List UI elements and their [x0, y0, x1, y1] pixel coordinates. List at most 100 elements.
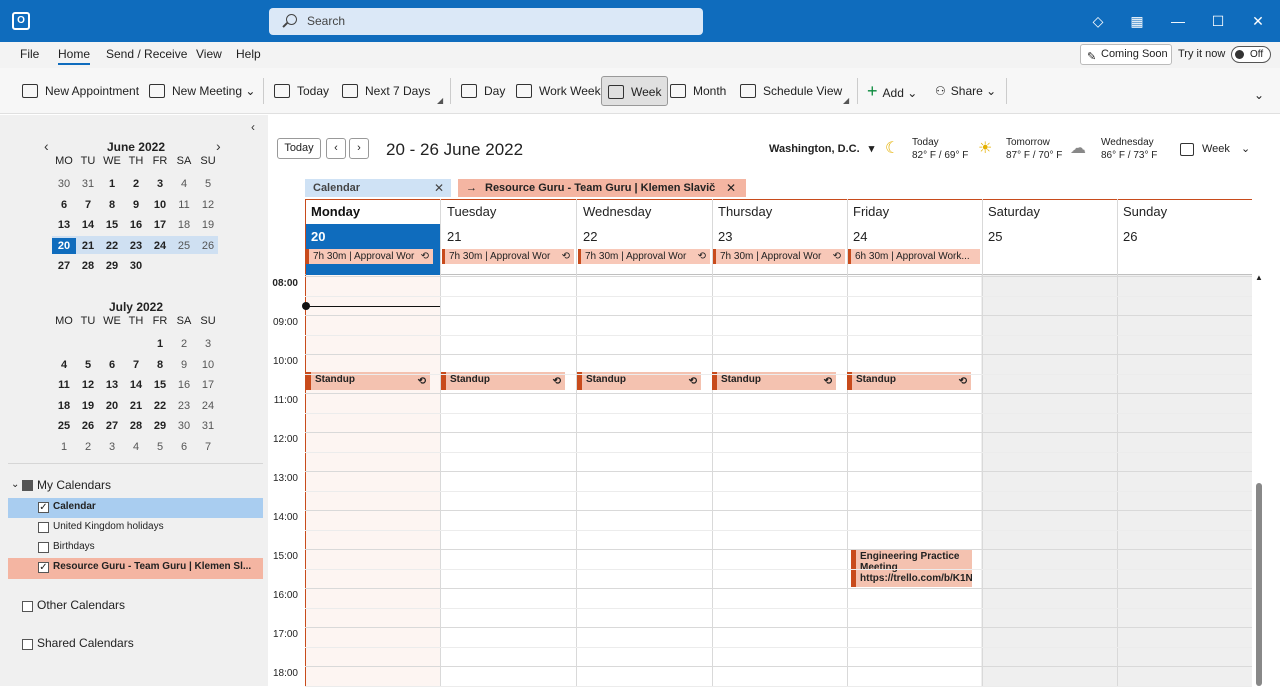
- mini-calendar-day[interactable]: 20: [100, 398, 124, 414]
- collapse-pane-icon[interactable]: ‹: [251, 120, 255, 134]
- mini-calendar-day[interactable]: 11: [52, 377, 76, 393]
- next-month-icon[interactable]: ›: [216, 138, 221, 154]
- mini-calendar-day[interactable]: 17: [196, 377, 220, 393]
- mini-calendar-day[interactable]: 21: [76, 238, 100, 254]
- mini-calendar-day[interactable]: 7: [124, 357, 148, 373]
- uk-holidays-checkbox[interactable]: [38, 522, 49, 533]
- mini-calendar-day[interactable]: 21: [124, 398, 148, 414]
- close-window-button[interactable]: ✕: [1238, 0, 1278, 42]
- mini-calendar-day[interactable]: 19: [196, 217, 220, 233]
- apps-grid-icon[interactable]: ▦: [1117, 0, 1157, 42]
- try-it-now-toggle[interactable]: Off: [1231, 46, 1271, 63]
- mini-calendar-day[interactable]: 9: [172, 357, 196, 373]
- mini-calendar-day[interactable]: 31: [196, 418, 220, 434]
- day-view-button[interactable]: Day: [461, 76, 505, 106]
- mini-calendar-day[interactable]: 1: [100, 176, 124, 192]
- calendar-item-birthdays[interactable]: Birthdays: [8, 538, 263, 558]
- mini-calendar-day[interactable]: 29: [100, 258, 124, 274]
- mini-calendar-day[interactable]: 16: [172, 377, 196, 393]
- mini-calendar-day[interactable]: 8: [148, 357, 172, 373]
- mini-calendar-day[interactable]: 29: [148, 418, 172, 434]
- mini-calendar-day[interactable]: 25: [52, 418, 76, 434]
- my-calendars-checkbox[interactable]: [22, 480, 33, 491]
- mini-calendar-day[interactable]: 5: [76, 357, 100, 373]
- weather-location[interactable]: Washington, D.C. ▾: [769, 142, 874, 155]
- new-appointment-button[interactable]: New Appointment: [22, 76, 139, 106]
- mini-calendar-day[interactable]: 24: [148, 238, 172, 254]
- mini-calendar-day[interactable]: 25: [172, 238, 196, 254]
- weather-today[interactable]: Today 82° F / 69° F: [912, 136, 968, 162]
- maximize-button[interactable]: ☐: [1198, 0, 1238, 42]
- mini-calendar-day[interactable]: 30: [52, 176, 76, 192]
- shared-calendars-checkbox[interactable]: [22, 639, 33, 650]
- shared-calendars-label[interactable]: Shared Calendars: [37, 636, 134, 650]
- mini-calendar-day[interactable]: 15: [148, 377, 172, 393]
- mini-calendar-day[interactable]: 18: [172, 217, 196, 233]
- resource-guru-checkbox[interactable]: ✓: [38, 562, 49, 573]
- calendar-item-uk-holidays[interactable]: United Kingdom holidays: [8, 518, 263, 538]
- today-ribbon-button[interactable]: Today: [274, 76, 329, 106]
- mini-calendar-day[interactable]: 1: [52, 439, 76, 455]
- vertical-scrollbar[interactable]: ▲: [1252, 273, 1280, 686]
- close-icon[interactable]: ✕: [726, 179, 736, 197]
- menu-view[interactable]: View: [196, 47, 222, 61]
- mini-calendar-day[interactable]: 13: [100, 377, 124, 393]
- allday-event[interactable]: 7h 30m | Approval Wor ⟲: [306, 249, 433, 264]
- week-view-button[interactable]: Week: [601, 76, 669, 106]
- chevron-down-icon[interactable]: ⌄: [11, 479, 19, 490]
- mini-calendar-day[interactable]: 24: [196, 398, 220, 414]
- mini-calendar-day[interactable]: 2: [124, 176, 148, 192]
- mini-calendar-day[interactable]: 10: [148, 197, 172, 213]
- standup-event-friday[interactable]: Standup ⟲: [847, 372, 971, 390]
- mini-calendar-day[interactable]: 3: [148, 176, 172, 192]
- mini-calendar-day[interactable]: 4: [124, 439, 148, 455]
- mini-calendar-day[interactable]: 1: [148, 336, 172, 352]
- standup-event-thursday[interactable]: Standup ⟲: [712, 372, 836, 390]
- mini-calendar-day[interactable]: 14: [124, 377, 148, 393]
- mini-calendar-day[interactable]: 5: [148, 439, 172, 455]
- mini-calendar-day[interactable]: 27: [52, 258, 76, 274]
- day-column-friday[interactable]: Friday 24 6h 30m | Approval Work...: [847, 199, 983, 686]
- calendar-item-calendar[interactable]: ✓ Calendar: [8, 498, 263, 518]
- day-column-tuesday[interactable]: Tuesday 21 7h 30m | Approval Wor ⟲: [441, 199, 577, 686]
- mini-calendar-day[interactable]: 6: [100, 357, 124, 373]
- day-column-wednesday[interactable]: Wednesday 22 7h 30m | Approval Wor ⟲: [577, 199, 713, 686]
- standup-event-monday[interactable]: Standup ⟲: [306, 372, 430, 390]
- overlay-arrow-icon[interactable]: →: [466, 182, 477, 194]
- minimize-button[interactable]: —: [1158, 0, 1198, 42]
- mini-calendar-day[interactable]: 10: [196, 357, 220, 373]
- dialog-launcher-icon[interactable]: ◢: [843, 96, 849, 105]
- allday-event[interactable]: 7h 30m | Approval Wor ⟲: [713, 249, 845, 264]
- scroll-up-icon[interactable]: ▲: [1255, 273, 1263, 282]
- mini-calendar-day[interactable]: 13: [52, 217, 76, 233]
- menu-send-receive[interactable]: Send / Receive: [106, 47, 187, 61]
- mini-calendar-day[interactable]: 17: [148, 217, 172, 233]
- day-column-thursday[interactable]: Thursday 23 7h 30m | Approval Wor ⟲: [712, 199, 848, 686]
- mini-calendar-day[interactable]: 22: [148, 398, 172, 414]
- menu-file[interactable]: File: [20, 47, 39, 61]
- day-column-saturday[interactable]: Saturday 25: [982, 199, 1118, 686]
- mini-calendar-day[interactable]: 12: [76, 377, 100, 393]
- menu-help[interactable]: Help: [236, 47, 261, 61]
- work-week-button[interactable]: Work Week: [516, 76, 601, 106]
- mini-calendar-day[interactable]: 18: [52, 398, 76, 414]
- search-input[interactable]: Search: [269, 8, 703, 35]
- premium-diamond-icon[interactable]: ◇: [1078, 0, 1118, 42]
- calendar-checkbox[interactable]: ✓: [38, 502, 49, 513]
- mini-calendar-day[interactable]: 4: [52, 357, 76, 373]
- ribbon-expand-chevron-icon[interactable]: ⌄: [1254, 88, 1264, 102]
- share-calendar-button[interactable]: ⚇ Share ⌄: [935, 76, 996, 106]
- standup-event-wednesday[interactable]: Standup ⟲: [577, 372, 701, 390]
- mini-calendar-day[interactable]: 22: [100, 238, 124, 254]
- mini-calendar-day[interactable]: 7: [196, 439, 220, 455]
- tab-resource-guru[interactable]: → Resource Guru - Team Guru | Klemen Slav…: [458, 179, 746, 197]
- mini-calendar-day[interactable]: 15: [100, 217, 124, 233]
- previous-week-button[interactable]: ‹: [326, 138, 346, 159]
- day-column-sunday[interactable]: Sunday 26: [1117, 199, 1253, 686]
- allday-event[interactable]: 6h 30m | Approval Work...: [848, 249, 980, 264]
- mini-calendar-day[interactable]: 2: [172, 336, 196, 352]
- allday-event[interactable]: 7h 30m | Approval Wor ⟲: [578, 249, 710, 264]
- mini-calendar-day[interactable]: 23: [172, 398, 196, 414]
- mini-calendar-day[interactable]: 3: [196, 336, 220, 352]
- mini-calendar-day[interactable]: 8: [100, 197, 124, 213]
